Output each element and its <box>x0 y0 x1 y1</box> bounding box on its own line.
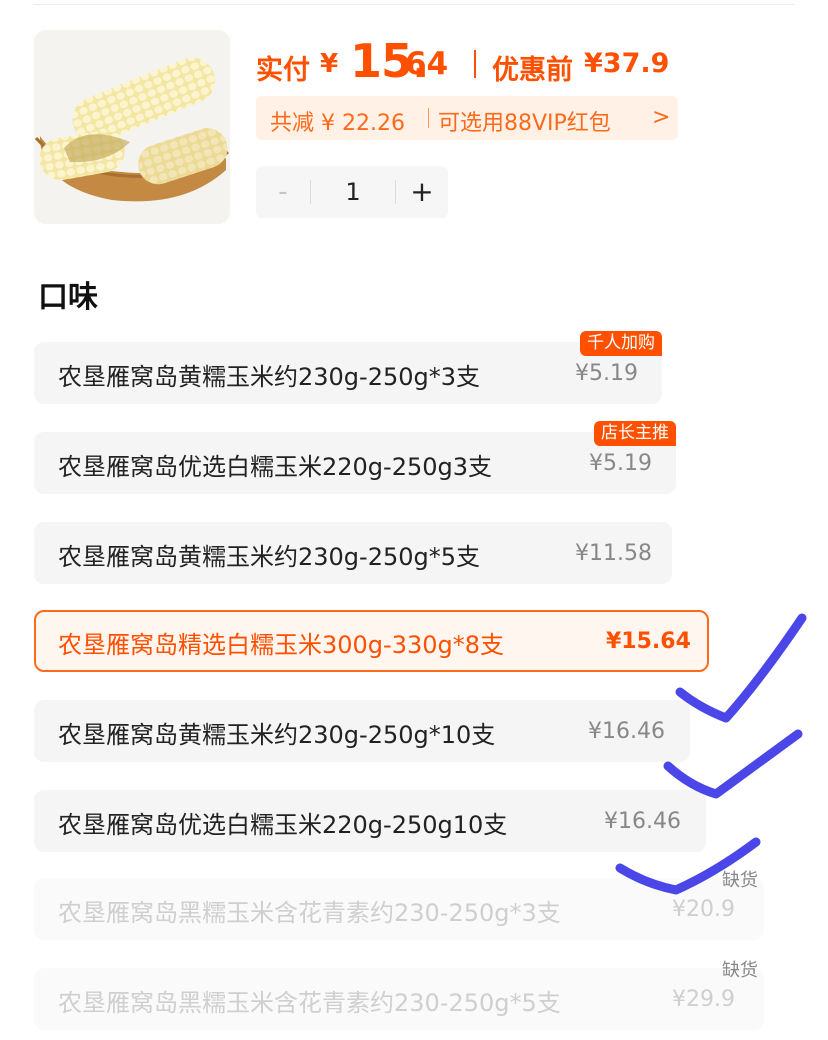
option-price: ¥5.19 <box>589 451 652 476</box>
out-of-stock-label: 缺货 <box>722 870 758 891</box>
decrement-button[interactable]: - <box>256 166 310 218</box>
out-of-stock-label: 缺货 <box>722 960 758 981</box>
option-price: ¥16.46 <box>604 809 681 834</box>
flavor-option[interactable]: 农垦雁窝岛黄糯玉米约230g-250g*10支 ¥16.46 <box>34 700 690 762</box>
flavor-option[interactable]: 农垦雁窝岛优选白糯玉米220g-250g10支 ¥16.46 <box>34 790 706 852</box>
discount-bar[interactable]: 共减 ¥ 22.26 可选用88VIP红包 > <box>256 96 678 140</box>
option-tag: 店长主推 <box>594 421 676 446</box>
top-divider <box>34 4 794 5</box>
option-price: ¥15.64 <box>606 629 691 654</box>
option-name: 农垦雁窝岛黄糯玉米约230g-250g*10支 <box>58 721 496 749</box>
flavor-section-title: 口味 <box>38 280 98 315</box>
option-name: 农垦雁窝岛黄糯玉米约230g-250g*5支 <box>58 543 481 571</box>
option-price: ¥29.9 <box>672 987 735 1012</box>
original-price: ¥37.9 <box>584 48 670 79</box>
quantity-stepper: - 1 + <box>256 166 448 218</box>
discount-total: 共减 ¥ 22.26 <box>270 111 405 136</box>
option-tag: 千人加购 <box>580 331 662 356</box>
option-name: 农垦雁窝岛优选白糯玉米220g-250g3支 <box>58 453 493 481</box>
flavor-option-sold-out: 农垦雁窝岛黑糯玉米含花青素约230-250g*5支 ¥29.9 缺货 <box>34 960 764 1030</box>
quantity-value[interactable]: 1 <box>311 166 395 218</box>
price-divider <box>474 50 476 78</box>
option-price: ¥16.46 <box>588 719 665 744</box>
product-thumbnail[interactable] <box>34 30 230 224</box>
pay-label: 实付 <box>256 55 310 86</box>
flavor-option[interactable]: 农垦雁窝岛黄糯玉米约230g-250g*3支 ¥5.19 千人加购 <box>34 331 662 404</box>
flavor-option[interactable]: 农垦雁窝岛黄糯玉米约230g-250g*5支 ¥11.58 <box>34 522 672 584</box>
increment-button[interactable]: + <box>396 166 448 218</box>
option-price: ¥11.58 <box>575 541 652 566</box>
corn-image <box>34 30 230 224</box>
option-name: 农垦雁窝岛精选白糯玉米300g-330g*8支 <box>58 631 505 659</box>
discount-divider <box>428 108 429 128</box>
pay-currency: ¥ <box>320 49 339 79</box>
option-name: 农垦雁窝岛黄糯玉米约230g-250g*3支 <box>58 363 481 391</box>
flavor-option[interactable]: 农垦雁窝岛优选白糯玉米220g-250g3支 ¥5.19 店长主推 <box>34 421 676 494</box>
option-name: 农垦雁窝岛黑糯玉米含花青素约230-250g*3支 <box>58 899 561 927</box>
chevron-right-icon: > <box>652 105 671 130</box>
option-price: ¥20.9 <box>672 897 735 922</box>
option-name: 农垦雁窝岛黑糯玉米含花青素约230-250g*5支 <box>58 989 561 1017</box>
option-name: 农垦雁窝岛优选白糯玉米220g-250g10支 <box>58 811 508 839</box>
original-price-label: 优惠前 <box>492 55 573 86</box>
flavor-option-sold-out: 农垦雁窝岛黑糯玉米含花青素约230-250g*3支 ¥20.9 缺货 <box>34 870 764 940</box>
vip-coupon-text: 可选用88VIP红包 <box>438 111 611 136</box>
option-price: ¥5.19 <box>575 361 638 386</box>
pay-decimal: 64 <box>405 46 449 82</box>
flavor-option-selected[interactable]: 农垦雁窝岛精选白糯玉米300g-330g*8支 ¥15.64 <box>34 610 709 672</box>
